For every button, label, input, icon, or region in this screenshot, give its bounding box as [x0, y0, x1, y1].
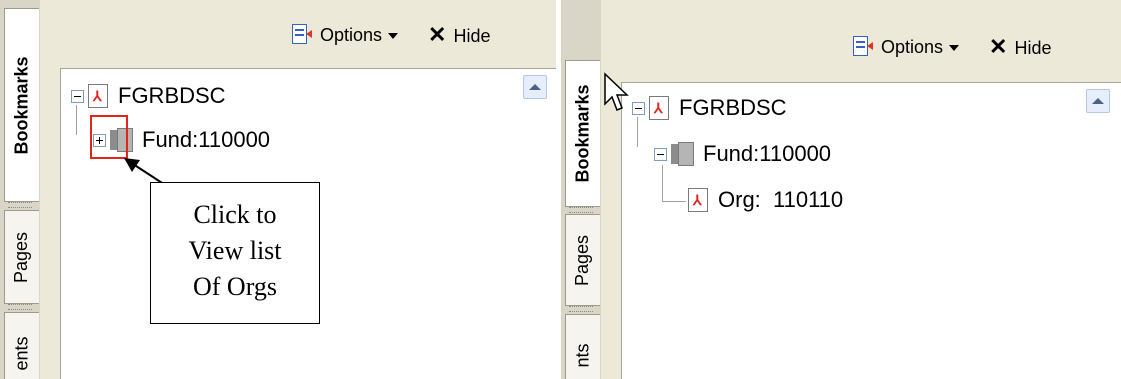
tab-pages-label: Pages [572, 234, 593, 286]
options-label: Options [320, 24, 383, 45]
callout-line: Of Orgs [192, 272, 278, 301]
tab-comments-label: nts [572, 342, 593, 368]
collapse-toggle[interactable] [632, 101, 645, 115]
bookmarks-toolbar: Options ✕ Hide [290, 20, 491, 50]
tab-grip[interactable] [569, 306, 593, 312]
tab-grip[interactable] [569, 207, 593, 213]
hide-button[interactable]: ✕ Hide [428, 22, 490, 48]
chevron-down-icon [949, 44, 960, 51]
tab-pages[interactable]: Pages [4, 210, 39, 304]
chevron-down-icon [388, 32, 399, 39]
bookmarks-panel-left: Bookmarks Pages ents Options ✕ Hide ⅄ FG… [0, 0, 556, 379]
tab-comments-label: ents [11, 335, 32, 371]
callout-line: View list [188, 236, 282, 265]
pdf-bookmark-icon: ⅄ [88, 84, 110, 108]
scroll-up-arrow[interactable] [1086, 89, 1110, 113]
hide-button[interactable]: ✕ Hide [989, 34, 1051, 60]
tab-bookmarks[interactable]: Bookmarks [4, 8, 39, 202]
gray-pages-icon [671, 142, 695, 166]
collapse-toggle[interactable] [654, 147, 667, 161]
tree-node-org[interactable]: ⅄ Org: 110110 [688, 187, 843, 213]
tab-bookmarks-label: Bookmarks [572, 84, 593, 183]
tab-bookmarks-label: Bookmarks [11, 55, 32, 155]
tab-pages[interactable]: Pages [565, 214, 600, 306]
hide-label: Hide [1014, 38, 1052, 58]
tree-node-fund[interactable]: Fund:110000 [654, 141, 831, 167]
tab-grip[interactable] [8, 202, 32, 208]
close-x-icon: ✕ [989, 34, 1008, 59]
tree-line [662, 165, 663, 201]
bookmark-options-icon[interactable] [290, 24, 312, 46]
tab-comments[interactable]: nts [565, 314, 600, 379]
collapse-toggle[interactable] [71, 89, 84, 103]
pdf-bookmark-icon: ⅄ [688, 188, 710, 212]
options-label: Options [881, 36, 944, 57]
bookmarks-panel-right: Bookmarks Pages nts Options ✕ Hide ⅄ FGR… [561, 0, 1121, 379]
tab-pages-label: Pages [11, 231, 32, 283]
scroll-up-arrow[interactable] [523, 75, 547, 99]
close-x-icon: ✕ [428, 22, 447, 47]
tree-node-label: FGRBDSC [679, 95, 787, 120]
tab-bookmarks[interactable]: Bookmarks [565, 60, 600, 207]
tab-comments[interactable]: ents [4, 312, 39, 379]
navigation-tab-strip: Bookmarks Pages nts [561, 0, 601, 379]
bookmark-options-icon[interactable] [851, 36, 873, 58]
tree-node-label: Org: 110110 [718, 187, 844, 212]
callout-line: Click to [193, 200, 277, 229]
tree-node-label: Fund:110000 [703, 141, 832, 166]
tree-line [662, 201, 686, 202]
tree-line [637, 117, 638, 147]
tree-node-root[interactable]: ⅄ FGRBDSC [71, 83, 226, 109]
tree-node-root[interactable]: ⅄ FGRBDSC [632, 95, 787, 121]
mouse-cursor-icon [604, 72, 629, 111]
tree-node-label: FGRBDSC [118, 83, 226, 108]
options-button[interactable]: Options [881, 36, 960, 58]
tab-grip[interactable] [8, 304, 32, 310]
hide-label: Hide [453, 26, 491, 46]
options-button[interactable]: Options [320, 24, 399, 46]
navigation-tab-strip: Bookmarks Pages ents [0, 0, 40, 379]
bookmark-tree: ⅄ FGRBDSC Fund:110000 ⅄ Org: 110110 [621, 82, 1121, 379]
tree-line [76, 105, 77, 135]
pdf-bookmark-icon: ⅄ [649, 96, 671, 120]
bookmarks-toolbar: Options ✕ Hide [851, 32, 1052, 62]
instruction-callout: Click to View list Of Orgs [150, 182, 320, 324]
